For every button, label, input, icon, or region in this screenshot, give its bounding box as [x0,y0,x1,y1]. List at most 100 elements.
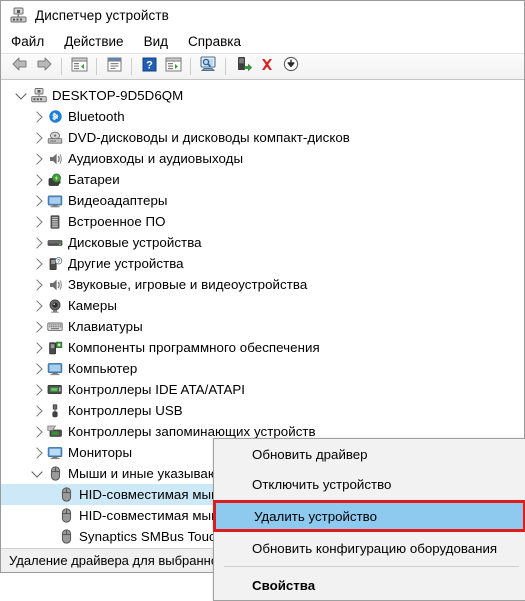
menu-action[interactable]: Действие [64,33,134,51]
show-hide-tree-icon [71,57,88,77]
tree-label: Компьютер [68,361,138,376]
tree-label: Контроллеры запоминающих устройств [68,424,316,439]
help-icon: ? [142,57,157,77]
scan-icon [165,57,182,77]
menu-help[interactable]: Справка [188,33,252,51]
chevron-right-icon[interactable] [29,192,46,209]
tree-row-ide-controllers[interactable]: Контроллеры IDE ATA/ATAPI [1,379,524,400]
chevron-right-icon[interactable] [29,276,46,293]
ctx-properties[interactable]: Свойства [214,570,525,600]
tree-row-batteries[interactable]: Батареи [1,169,524,190]
tree-row-software-components[interactable]: Компоненты программного обеспечения [1,337,524,358]
storage-controller-icon [46,423,64,440]
menu-bar: Файл Действие Вид Справка [1,30,524,53]
svg-text:?: ? [146,59,153,71]
context-menu-separator [224,566,519,567]
ctx-disable-device[interactable]: Отключить устройство [214,469,525,499]
monitor-icon [46,444,64,461]
battery-icon [46,171,64,188]
tree-row-other-devices[interactable]: ? Другие устройства [1,253,524,274]
title-bar: Диспетчер устройств [1,1,524,30]
tree-row-cameras[interactable]: Камеры [1,295,524,316]
device-manager-icon [10,7,27,24]
tree-row-dvd-drives[interactable]: DVD-дисководы и дисководы компакт-дисков [1,127,524,148]
tree-label: DVD-дисководы и дисководы компакт-дисков [68,130,350,145]
software-component-icon [46,339,64,356]
uninstall-device-annotation-box: Удалить устройство [213,500,525,532]
chevron-right-icon[interactable] [29,171,46,188]
computer-icon [46,360,64,377]
chevron-right-icon[interactable] [29,318,46,335]
sound-video-icon [46,276,64,293]
ctx-scan-hardware-changes[interactable]: Обновить конфигурацию оборудования [214,533,525,563]
chevron-down-icon[interactable] [29,465,46,482]
chevron-right-icon[interactable] [29,255,46,272]
chevron-right-icon[interactable] [29,402,46,419]
tree-row-root[interactable]: DESKTOP-9D5D6QM [1,85,524,106]
audio-icon [46,150,64,167]
toolbar-scan-hardware-changes[interactable] [161,56,185,78]
toolbar-disable-device[interactable] [279,56,303,78]
tree-label: Дисковые устройства [68,235,202,250]
toolbar: ? [1,53,524,80]
tree-label: Видеоадаптеры [68,193,168,208]
tree-row-disk-drives[interactable]: Дисковые устройства [1,232,524,253]
tree-label: Встроенное ПО [68,214,166,229]
toolbar-uninstall-device[interactable] [255,56,279,78]
menu-file[interactable]: Файл [11,33,55,51]
firmware-icon [46,213,64,230]
chevron-right-icon[interactable] [29,360,46,377]
tree-row-sound-video-game[interactable]: Звуковые, игровые и видеоустройства [1,274,524,295]
chevron-right-icon[interactable] [29,234,46,251]
toolbar-show-hide-console-tree[interactable] [67,56,91,78]
toolbar-properties[interactable] [102,56,126,78]
chevron-right-icon[interactable] [29,297,46,314]
chevron-right-icon[interactable] [29,213,46,230]
ctx-update-driver[interactable]: Обновить драйвер [214,439,525,469]
tree-row-keyboards[interactable]: Клавиатуры [1,316,524,337]
disable-device-icon [283,56,299,77]
toolbar-back[interactable] [8,56,32,78]
tree-label: Аудиовходы и аудиовыходы [68,151,244,166]
tree-label: Мониторы [68,445,133,460]
chevron-right-icon[interactable] [29,423,46,440]
tree-row-firmware[interactable]: Встроенное ПО [1,211,524,232]
tree-row-audio-io[interactable]: Аудиовходы и аудиовыходы [1,148,524,169]
tree-row-usb-controllers[interactable]: Контроллеры USB [1,400,524,421]
uninstall-device-icon [259,57,275,77]
tree-label: Звуковые, игровые и видеоустройства [68,277,308,292]
tree-label: HID-совместимая мышь [79,487,229,502]
computer-root-icon [30,87,48,104]
dvd-drive-icon [46,129,64,146]
tree-row-bluetooth[interactable]: Bluetooth [1,106,524,127]
chevron-right-icon[interactable] [29,381,46,398]
usb-controller-icon [46,402,64,419]
display-adapter-icon [46,192,64,209]
menu-view[interactable]: Вид [144,33,179,51]
ctx-uninstall-device[interactable]: Удалить устройство [216,503,523,529]
chevron-right-icon[interactable] [29,150,46,167]
tree-label: Контроллеры IDE ATA/ATAPI [68,382,246,397]
chevron-down-icon[interactable] [13,87,30,104]
device-manager-window: Диспетчер устройств Файл Действие Вид Сп… [0,0,525,601]
camera-icon [46,297,64,314]
chevron-right-icon[interactable] [29,339,46,356]
bluetooth-icon [46,108,64,125]
context-menu[interactable]: Обновить драйвер Отключить устройство Уд… [213,438,525,601]
chevron-right-icon[interactable] [29,129,46,146]
toolbar-enable-device[interactable] [231,56,255,78]
toolbar-update-driver[interactable] [196,56,220,78]
chevron-right-icon[interactable] [29,444,46,461]
tree-label: Камеры [68,298,117,313]
chevron-right-icon[interactable] [29,108,46,125]
properties-icon [106,57,123,77]
toolbar-help[interactable]: ? [137,56,161,78]
tree-row-computer[interactable]: Компьютер [1,358,524,379]
toolbar-separator [225,58,226,75]
toolbar-separator [61,58,62,75]
tree-label: Контроллеры USB [68,403,183,418]
keyboard-icon [46,318,64,335]
tree-row-display-adapters[interactable]: Видеоадаптеры [1,190,524,211]
toolbar-forward[interactable] [32,56,56,78]
tree-label: Батареи [68,172,120,187]
